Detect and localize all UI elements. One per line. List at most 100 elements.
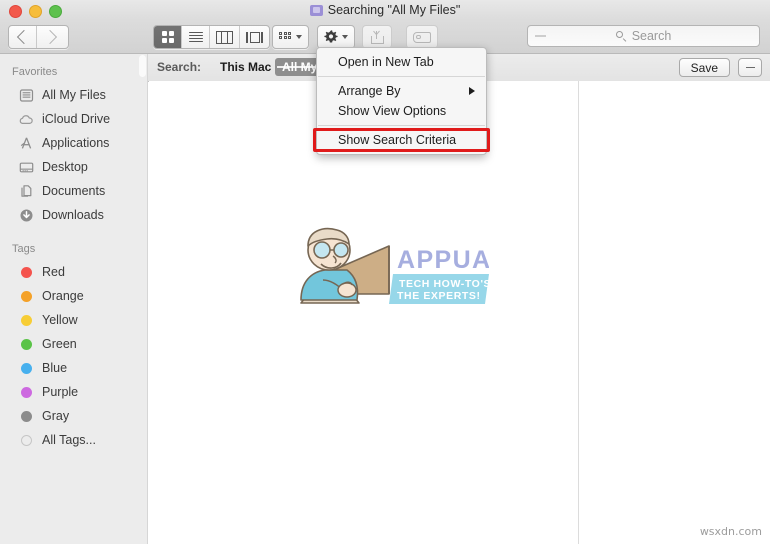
all-tags-icon [18,432,34,448]
tag-dot-icon [18,288,34,304]
corner-watermark: wsxdn.com [699,525,762,538]
sidebar-item-tag-yellow[interactable]: Yellow [0,308,147,332]
tag-icon [413,31,431,43]
title-bar: Searching "All My Files" [0,0,770,21]
sidebar-item-all-tags[interactable]: All Tags... [0,428,147,452]
coverflow-icon [246,31,263,43]
sidebar-item-tag-gray[interactable]: Gray [0,404,147,428]
icloud-drive-icon [18,111,34,127]
sidebar-item-label: Orange [42,289,84,303]
sidebar-item-tag-orange[interactable]: Orange [0,284,147,308]
all-my-files-icon [18,87,34,103]
sidebar: Favorites All My Files iCloud Drive Appl… [0,54,148,544]
minimize-button[interactable] [29,5,42,18]
list-icon [188,31,203,43]
sidebar-section-header-tags: Tags [12,243,36,255]
search-field-divider [535,35,546,37]
menu-item-show-search-criteria[interactable]: Show Search Criteria [317,130,486,150]
desktop-icon [18,159,34,175]
sidebar-item-tag-purple[interactable]: Purple [0,380,147,404]
documents-icon [18,183,34,199]
action-gear-button[interactable] [317,25,355,49]
navigation-button-group [8,25,69,49]
sidebar-item-label: iCloud Drive [42,112,111,126]
close-button[interactable] [9,5,22,18]
tag-dot-icon [18,408,34,424]
menu-separator [318,125,485,126]
svg-text:THE EXPERTS!: THE EXPERTS! [397,290,481,302]
sidebar-item-applications[interactable]: Applications [0,131,147,155]
edit-tags-button-inner[interactable] [407,26,437,48]
remove-criteria-button[interactable] [738,58,762,77]
applications-icon [18,135,34,151]
sidebar-item-label: Red [42,265,65,279]
share-button[interactable] [362,25,392,49]
grid-icon [161,31,174,43]
tag-dot-icon [18,360,34,376]
finder-window: Searching "All My Files" Search Favorite… [0,0,770,544]
search-input[interactable]: Search [527,25,760,47]
sidebar-item-label: All Tags... [42,433,96,447]
chevron-down-icon [296,35,302,39]
sidebar-item-label: Documents [42,184,106,198]
view-mode-button-group [153,25,270,49]
edit-tags-button[interactable] [406,25,438,49]
sidebar-item-downloads[interactable]: Downloads [0,203,147,227]
menu-item-arrange-by[interactable]: Arrange By [317,81,486,101]
sidebar-item-desktop[interactable]: Desktop [0,155,147,179]
svg-text:TECH HOW-TO'S FROM: TECH HOW-TO'S FROM [399,278,489,290]
menu-item-show-view-options[interactable]: Show View Options [317,101,486,121]
sidebar-item-label: Blue [42,361,68,375]
chevron-down-icon [342,35,348,39]
content-column-divider [578,81,579,544]
sidebar-item-label: Purple [42,385,79,399]
menu-item-open-in-new-tab[interactable]: Open in New Tab [317,52,486,72]
column-view-button[interactable] [210,26,240,48]
menu-item-label: Arrange By [338,84,401,98]
sidebar-section-header-favorites: Favorites [12,66,58,78]
sidebar-item-label: All My Files [42,88,106,102]
sidebar-item-label: Downloads [42,208,104,222]
icon-view-button[interactable] [154,26,182,48]
sidebar-item-tag-red[interactable]: Red [0,260,147,284]
menu-separator [318,76,485,77]
svg-text:APPUALS: APPUALS [397,246,489,274]
sidebar-item-label: Applications [42,136,110,150]
sidebar-item-tag-blue[interactable]: Blue [0,356,147,380]
share-button-inner[interactable] [363,26,391,48]
sidebar-item-label: Desktop [42,160,88,174]
sidebar-scrollbar[interactable] [139,55,146,77]
columns-icon [216,30,233,44]
chevron-left-icon [16,29,32,45]
downloads-icon [18,207,34,223]
arrange-by-button[interactable] [272,25,309,49]
sidebar-item-label: Yellow [42,313,78,327]
sidebar-item-label: Gray [42,409,70,423]
back-button[interactable] [9,26,37,48]
window-title-group: Searching "All My Files" [0,0,770,20]
tag-dot-icon [18,312,34,328]
tag-dot-icon [18,264,34,280]
coverflow-view-button[interactable] [240,26,269,48]
gear-icon [324,30,338,44]
sidebar-item-tag-green[interactable]: Green [0,332,147,356]
action-dropdown-menu: Open in New Tab Arrange By Show View Opt… [313,47,490,155]
minus-icon [745,66,755,69]
sidebar-item-all-my-files[interactable]: All My Files [0,83,147,107]
list-view-button[interactable] [182,26,210,48]
forward-button[interactable] [37,26,65,48]
save-button[interactable]: Save [678,58,730,77]
scope-option-this-mac[interactable]: This Mac [213,58,278,76]
sidebar-item-documents[interactable]: Documents [0,179,147,203]
tag-dot-icon [18,336,34,352]
sidebar-item-icloud-drive[interactable]: iCloud Drive [0,107,147,131]
submenu-arrow-icon [469,87,475,95]
search-placeholder: Search [631,29,672,43]
action-gear-inner[interactable] [318,26,354,48]
appuals-watermark-logo: APPUALS TECH HOW-TO'S FROM THE EXPERTS! [293,224,489,312]
share-icon [371,30,384,44]
maximize-button[interactable] [49,5,62,18]
search-icon [615,30,627,42]
window-title: Searching "All My Files" [327,3,461,17]
arrange-by-inner[interactable] [273,26,308,48]
